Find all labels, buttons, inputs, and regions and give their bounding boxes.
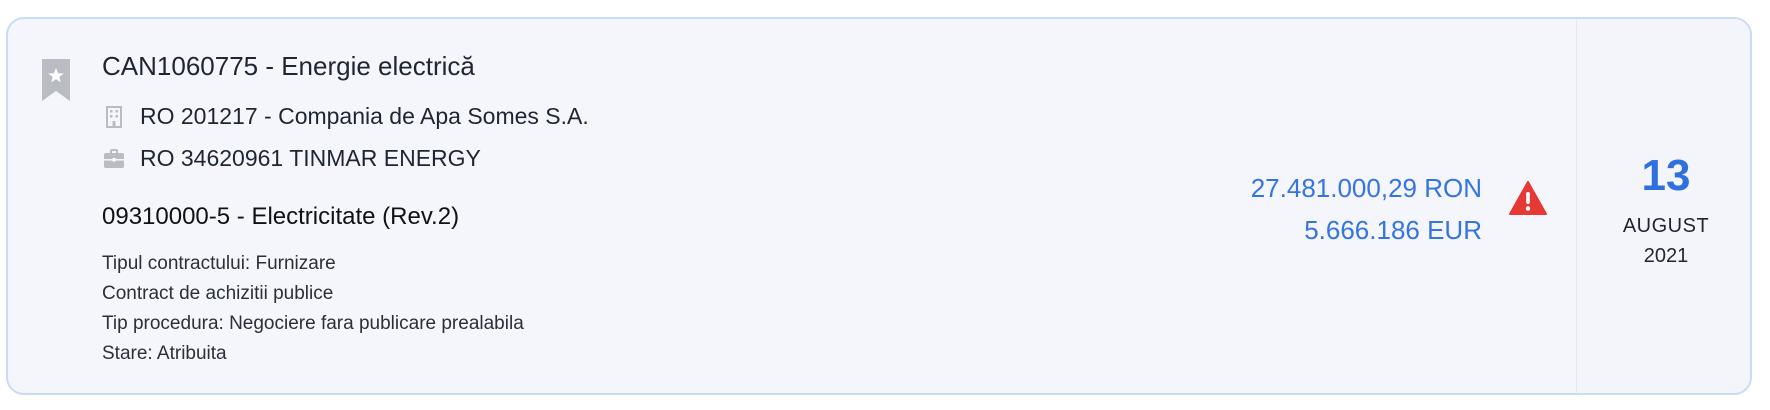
- cpv-code: 09310000-5 - Electricitate (Rev.2): [102, 203, 460, 230]
- notice-card[interactable]: CAN1060775 - Energie electrică RO 201217…: [6, 17, 1752, 395]
- authority-label: RO 201217 - Compania de Apa Somes S.A.: [140, 103, 589, 129]
- date-month: AUGUST: [1622, 215, 1710, 237]
- briefcase-icon: [104, 148, 124, 168]
- date-day: 13: [1641, 151, 1691, 200]
- supplier[interactable]: RO 34620961 TINMAR ENERGY: [102, 145, 481, 172]
- status-value: Atribuita: [156, 343, 227, 364]
- supplier-label: RO 34620961 TINMAR ENERGY: [140, 145, 481, 171]
- contracting-authority[interactable]: RO 201217 - Compania de Apa Somes S.A.: [102, 103, 589, 130]
- amount-eur: 5.666.186 EUR: [1304, 215, 1482, 245]
- contract-kind: Contract de achizitii publice: [102, 283, 334, 304]
- amount-ron: 27.481.000,29 RON: [1250, 173, 1482, 203]
- publication-date: 13 AUGUST 2021: [1576, 19, 1750, 393]
- warning-triangle-icon[interactable]: [1509, 181, 1547, 215]
- date-year: 2021: [1643, 245, 1689, 267]
- status-label: Stare:: [102, 343, 157, 364]
- bookmark-star-icon[interactable]: [42, 59, 70, 101]
- building-icon: [106, 105, 122, 128]
- status-row: Stare: Atribuita: [102, 343, 227, 365]
- contract-type: Tipul contractului: Furnizare: [102, 253, 336, 274]
- procedure-type: Tip procedura: Negociere fara publicare …: [102, 313, 524, 334]
- notice-title[interactable]: CAN1060775 - Energie electrică: [102, 51, 475, 82]
- contract-value: 27.481.000,29 RON 5.666.186 EUR: [1251, 167, 1482, 251]
